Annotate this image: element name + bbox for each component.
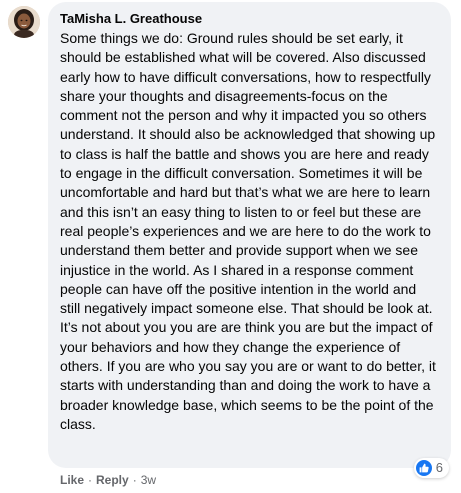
separator-dot: · bbox=[132, 473, 137, 487]
comment-text: Some things we do: Ground rules should b… bbox=[60, 30, 436, 432]
comment-author[interactable]: TaMisha L. Greathouse bbox=[60, 11, 202, 27]
like-icon bbox=[415, 460, 432, 476]
reaction-summary[interactable]: 6 bbox=[413, 458, 449, 478]
profile-photo bbox=[8, 6, 40, 38]
comment-bubble: TaMisha L. Greathouse Some things we do:… bbox=[48, 2, 451, 468]
separator-dot: · bbox=[88, 473, 93, 487]
comment-timestamp[interactable]: 3w bbox=[141, 472, 156, 488]
like-button[interactable]: Like bbox=[60, 472, 84, 488]
avatar[interactable] bbox=[8, 6, 40, 38]
reply-button[interactable]: Reply bbox=[96, 472, 129, 488]
reaction-count: 6 bbox=[435, 460, 443, 475]
comment-actions: Like · Reply · 3w bbox=[60, 472, 156, 488]
